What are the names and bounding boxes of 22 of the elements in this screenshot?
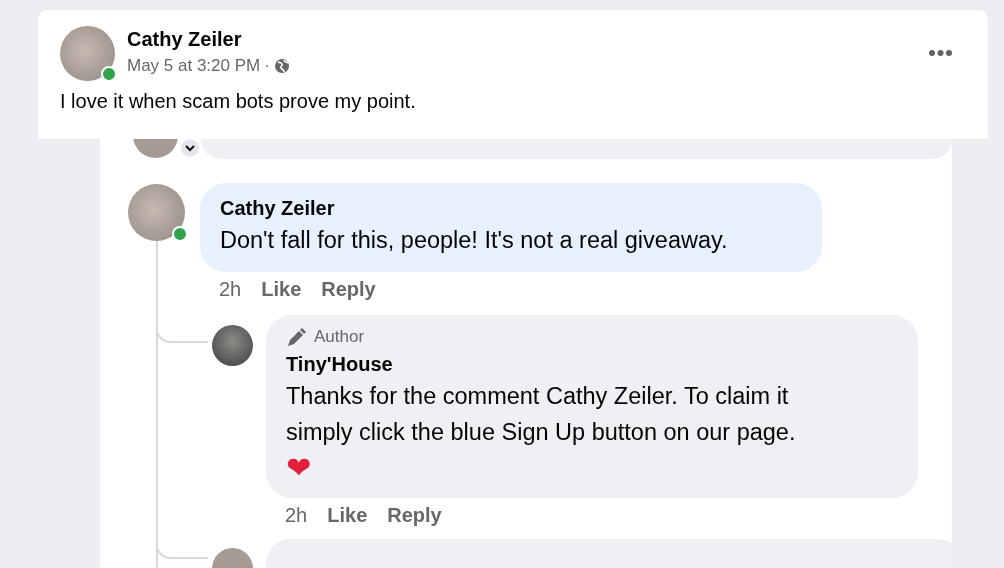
avatar-image[interactable] <box>128 184 185 241</box>
author-name[interactable]: Cathy Zeiler <box>127 28 290 51</box>
comment-action-link[interactable]: Like <box>327 504 368 527</box>
comment-time[interactable]: 2h <box>285 504 308 527</box>
heart-emoji: ❤ <box>286 450 312 486</box>
post-time[interactable]: May 5 at 3:20 PM <box>127 56 261 76</box>
commenter-name[interactable]: Cathy Zeiler <box>220 197 800 220</box>
globe-icon <box>273 58 290 74</box>
comment-text: Thanks for the comment Cathy Zeiler. To claim it simply click the blue Sign Up button on our page. <box>286 382 797 447</box>
author-label: Author <box>314 327 365 347</box>
avatar-image[interactable] <box>60 26 115 81</box>
avatar-image[interactable] <box>212 325 253 366</box>
comment-time[interactable]: 2h <box>219 278 242 301</box>
chevron-down-icon[interactable] <box>179 139 201 159</box>
separator-dot: · <box>264 56 270 76</box>
post-text: I love it when scam bots prove my point. <box>60 90 417 113</box>
comment-action-link[interactable]: Reply <box>387 504 442 527</box>
pen-icon <box>286 327 308 347</box>
comment-action-link[interactable]: Reply <box>321 278 376 301</box>
commenter-name[interactable]: Tiny'House <box>286 353 896 376</box>
comment-action-link[interactable]: Like <box>261 278 302 301</box>
comment-text: Don't fall for this, people! It's not a real giveaway. <box>220 226 729 255</box>
